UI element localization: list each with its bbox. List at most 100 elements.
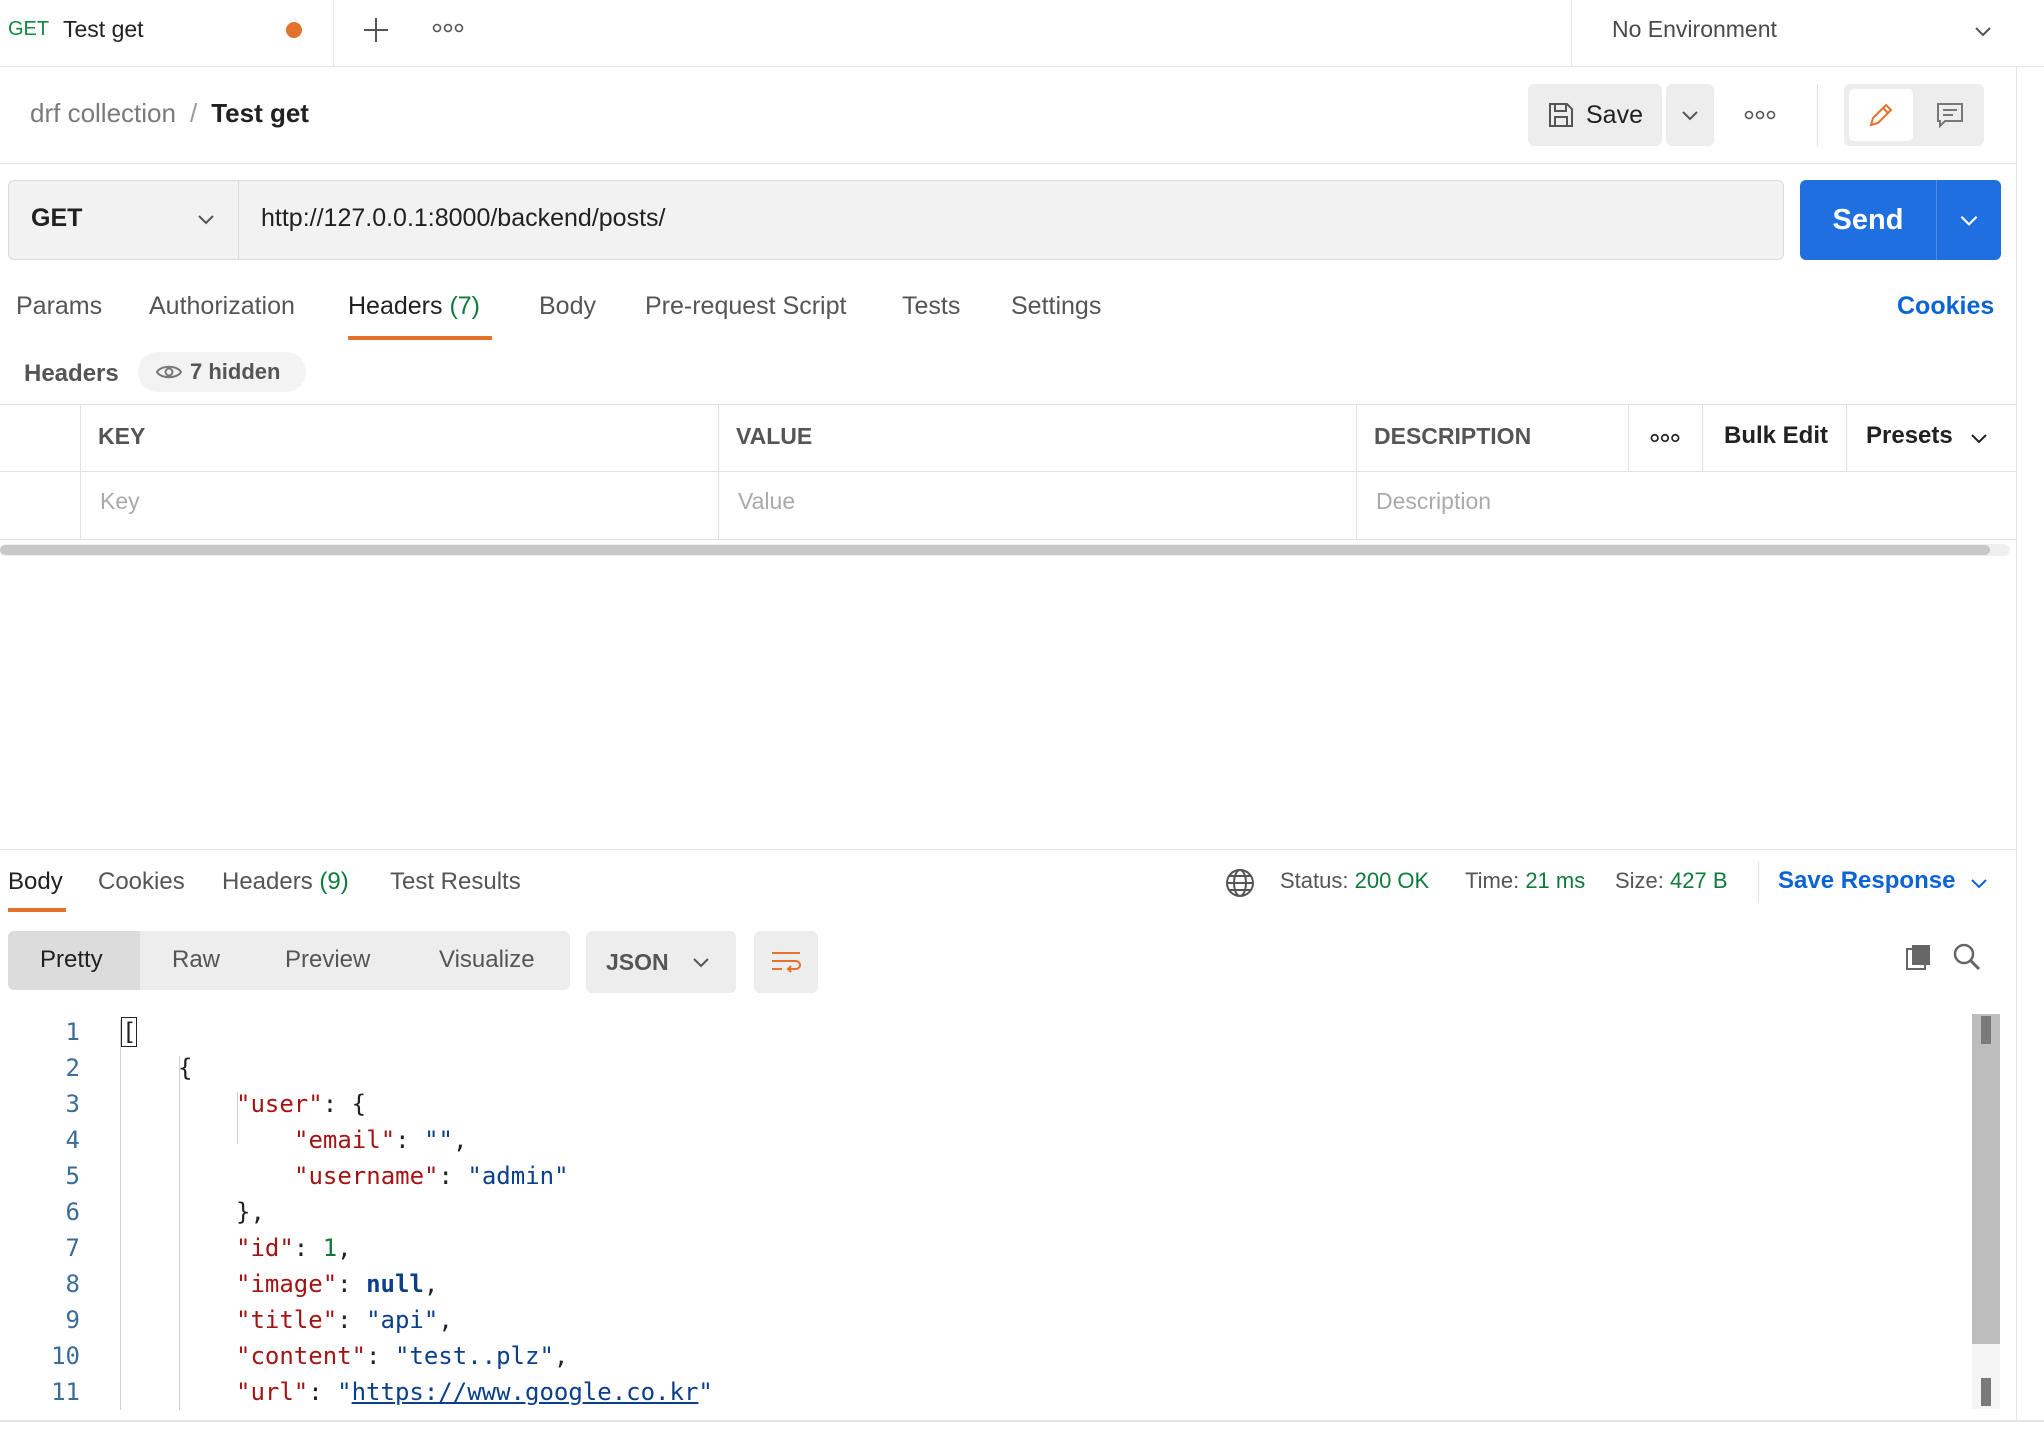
json-value: "" [424, 1126, 453, 1154]
key-input[interactable]: Key [100, 488, 140, 515]
code-line: { [178, 1054, 193, 1082]
vertical-scroll-thumb[interactable] [1972, 1014, 2000, 1344]
json-url-link[interactable]: https://www.google.co.kr [352, 1378, 699, 1406]
column-divider [718, 405, 719, 539]
horizontal-scroll-thumb[interactable] [0, 545, 1990, 555]
code-token: [ [120, 1017, 138, 1047]
url-value: http://127.0.0.1:8000/backend/posts/ [261, 204, 666, 232]
presets-label: Presets [1866, 422, 1953, 449]
response-divider[interactable] [0, 849, 2016, 850]
json-value: "api" [366, 1306, 439, 1334]
new-tab-plus-icon[interactable] [360, 14, 392, 46]
code-line: "content": "test..plz", [236, 1342, 569, 1370]
presets-dropdown[interactable]: Presets [1866, 422, 1953, 450]
response-tab-body[interactable]: Body [8, 868, 63, 896]
breadcrumb-current[interactable]: Test get [211, 98, 309, 128]
status-value: 200 OK [1354, 868, 1430, 893]
time-readout: Time: 21 ms [1465, 868, 1585, 894]
format-select[interactable]: JSON [586, 931, 736, 993]
chevron-down-icon [1679, 104, 1701, 126]
hidden-headers-count: 7 hidden [190, 359, 281, 384]
status-readout: Status: 200 OK [1280, 868, 1429, 894]
json-key: "url" [236, 1378, 309, 1406]
indent-guide [120, 1020, 121, 1410]
tab-authorization[interactable]: Authorization [149, 292, 295, 321]
status-label: Status: [1280, 868, 1349, 893]
copy-icon[interactable] [1904, 942, 1934, 972]
code-token: , [452, 1126, 468, 1154]
column-divider [1628, 405, 1629, 471]
code-token: , [553, 1342, 569, 1370]
comments-button[interactable] [1918, 89, 1982, 141]
json-value: 1 [322, 1234, 338, 1262]
send-button[interactable]: Send [1800, 180, 1936, 260]
json-quote: " [698, 1378, 713, 1406]
tab-body[interactable]: Body [539, 292, 596, 321]
line-number: 7 [65, 1234, 80, 1262]
tab-settings[interactable]: Settings [1011, 292, 1101, 321]
json-key: "image" [236, 1270, 338, 1298]
code-token: , [337, 1234, 352, 1262]
method-select[interactable]: GET [8, 180, 239, 260]
pencil-icon [1866, 100, 1896, 130]
bulk-edit-button[interactable]: Bulk Edit [1724, 422, 1828, 450]
cookies-link[interactable]: Cookies [1897, 292, 1994, 321]
size-readout: Size: 427 B [1615, 868, 1728, 894]
save-button[interactable]: Save [1528, 84, 1662, 146]
time-label: Time: [1465, 868, 1520, 893]
code-line: "id": 1, [236, 1234, 352, 1262]
code-line: [ [120, 1017, 138, 1047]
save-response-button[interactable]: Save Response [1778, 867, 1955, 895]
column-options-icon[interactable] [1650, 430, 1680, 446]
tab-prerequest-script[interactable]: Pre-request Script [645, 292, 846, 321]
tab-headers-label: Headers [348, 292, 443, 320]
line-number: 1 [65, 1018, 80, 1046]
line-number: 9 [65, 1306, 80, 1334]
breadcrumb: drf collection / Test get [30, 98, 309, 129]
environment-select[interactable]: No Environment [1571, 0, 2044, 66]
response-tab-cookies[interactable]: Cookies [98, 868, 185, 896]
json-key: "title" [236, 1306, 338, 1334]
column-header-key: KEY [98, 423, 146, 449]
code-line: }, [236, 1198, 265, 1226]
code-line: "user": { [236, 1090, 366, 1118]
edit-mode-button[interactable] [1849, 89, 1913, 141]
chevron-down-icon [195, 208, 217, 230]
view-mode-raw[interactable]: Raw [172, 946, 220, 974]
globe-icon[interactable] [1224, 867, 1256, 899]
status-divider [1758, 862, 1759, 902]
wrap-lines-button[interactable] [754, 931, 818, 993]
save-icon [1546, 100, 1576, 130]
search-icon[interactable] [1952, 942, 1982, 972]
request-tab[interactable]: GET Test get [0, 0, 334, 66]
breadcrumb-collection[interactable]: drf collection [30, 98, 176, 128]
value-input[interactable]: Value [738, 488, 795, 515]
description-input[interactable]: Description [1376, 488, 1491, 515]
json-key: "user" [236, 1090, 323, 1118]
code-line: "title": "api", [236, 1306, 453, 1334]
response-tab-test-results[interactable]: Test Results [390, 868, 521, 896]
response-tab-headers[interactable]: Headers (9) [222, 868, 349, 896]
hidden-headers-toggle[interactable]: 7 hidden [138, 352, 306, 392]
response-body-editor[interactable]: 1 [ 2 { 3 "user": { 4 "email": "", 5 "us… [0, 1014, 2000, 1410]
view-mode-preview[interactable]: Preview [285, 946, 370, 974]
column-divider [1846, 405, 1847, 471]
tab-name: Test get [63, 16, 144, 42]
column-divider [1356, 405, 1357, 539]
send-dropdown-button[interactable] [1936, 180, 2001, 260]
save-dropdown-button[interactable] [1666, 84, 1714, 146]
code-line: "email": "", [294, 1126, 468, 1154]
view-mode-visualize[interactable]: Visualize [439, 946, 535, 974]
tab-tests[interactable]: Tests [902, 292, 960, 321]
url-input[interactable]: http://127.0.0.1:8000/backend/posts/ [238, 180, 1784, 260]
code-line: "image": null, [236, 1270, 439, 1298]
tab-headers[interactable]: Headers (7) [348, 292, 480, 321]
tab-params[interactable]: Params [16, 292, 102, 321]
response-tab-headers-count: (9) [319, 868, 349, 895]
headers-section-label: Headers [24, 360, 119, 387]
request-more-icon[interactable] [1744, 107, 1776, 123]
tab-more-icon[interactable] [432, 20, 464, 36]
chevron-down-icon [690, 951, 712, 973]
line-number: 2 [65, 1054, 80, 1082]
row-divider [0, 471, 2016, 472]
